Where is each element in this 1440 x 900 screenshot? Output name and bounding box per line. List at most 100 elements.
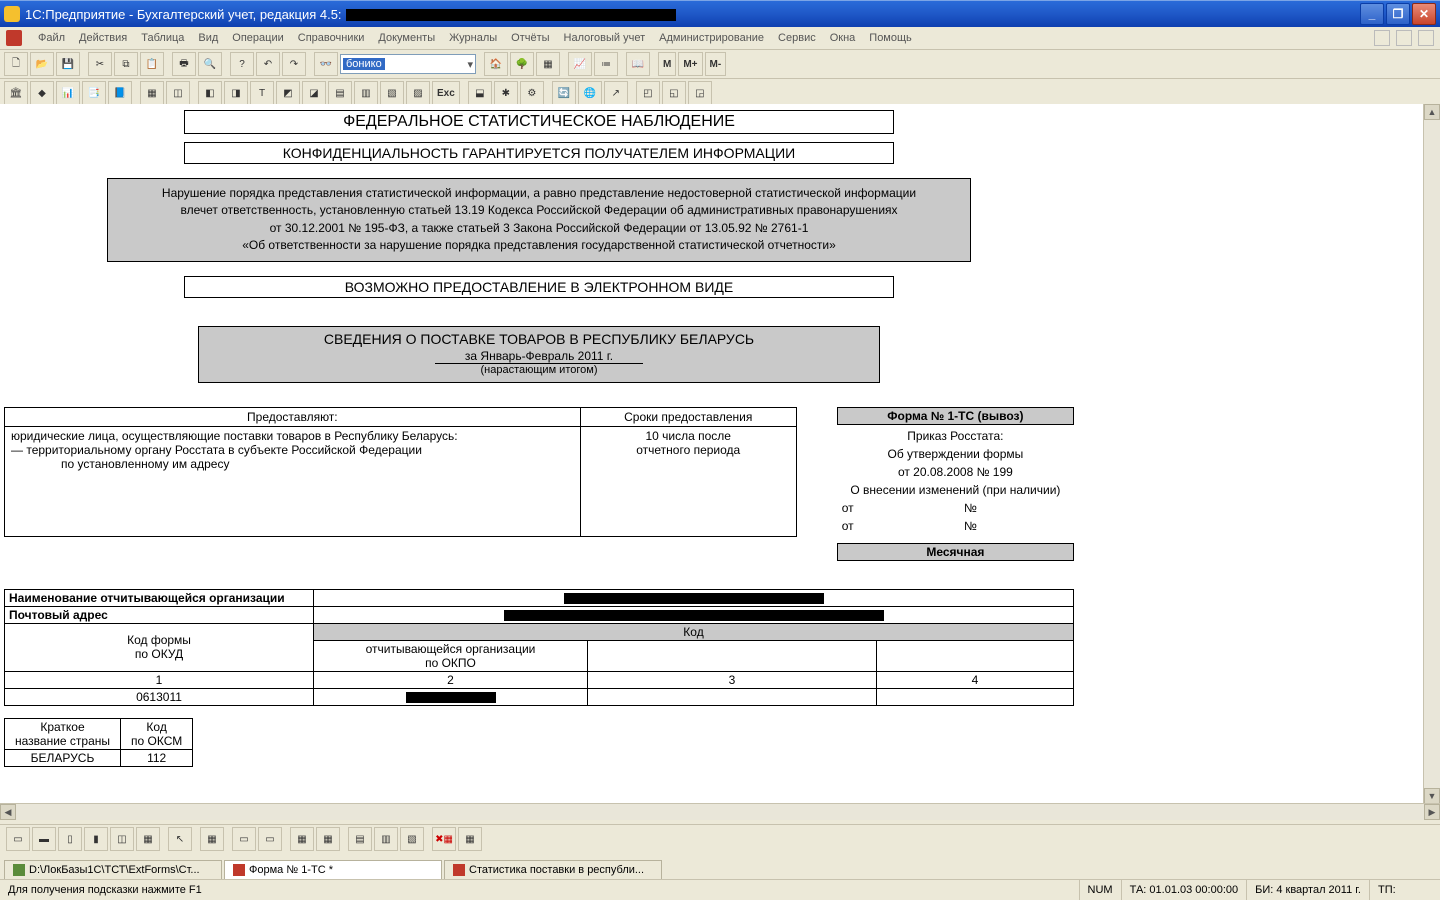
- vertical-scrollbar[interactable]: ▲ ▼: [1423, 104, 1440, 804]
- eb-icon-15[interactable]: ✖▦: [432, 827, 456, 851]
- new-icon[interactable]: 🗋: [4, 52, 28, 76]
- home-icon[interactable]: 🏠: [484, 52, 508, 76]
- eb-icon-11[interactable]: ▦: [316, 827, 340, 851]
- mem-m[interactable]: М: [658, 52, 676, 76]
- horizontal-scrollbar[interactable]: ◀ ▶: [0, 803, 1440, 820]
- menu-operations[interactable]: Операции: [232, 32, 283, 44]
- undo-icon[interactable]: ↶: [256, 52, 280, 76]
- menu-help[interactable]: Помощь: [869, 32, 912, 44]
- eb-icon-12[interactable]: ▤: [348, 827, 372, 851]
- maximize-button[interactable]: ❐: [1386, 3, 1410, 25]
- eb-icon-1[interactable]: ▭: [6, 827, 30, 851]
- menu-service[interactable]: Сервис: [778, 32, 816, 44]
- hscroll-track[interactable]: [16, 804, 1424, 820]
- scroll-down-icon[interactable]: ▼: [1424, 788, 1440, 804]
- window-tab-3[interactable]: Статистика поставки в республи...: [444, 860, 662, 879]
- tb2-icon-21[interactable]: 🌐: [578, 81, 602, 105]
- menu-refs[interactable]: Справочники: [298, 32, 365, 44]
- menu-reports[interactable]: Отчёты: [511, 32, 549, 44]
- tb2-icon-7[interactable]: ◫: [166, 81, 190, 105]
- help-icon[interactable]: ?: [230, 52, 254, 76]
- menu-docs[interactable]: Документы: [378, 32, 435, 44]
- mdi-close-icon[interactable]: [1418, 30, 1434, 46]
- tb2-icon-14[interactable]: ▥: [354, 81, 378, 105]
- redo-icon[interactable]: ↷: [282, 52, 306, 76]
- tb2-icon-12[interactable]: ◪: [302, 81, 326, 105]
- eb-pointer-icon[interactable]: ↖: [168, 827, 192, 851]
- eb-icon-4[interactable]: ▮: [84, 827, 108, 851]
- menu-table[interactable]: Таблица: [141, 32, 184, 44]
- tb2-icon-16[interactable]: ▨: [406, 81, 430, 105]
- tb2-icon-3[interactable]: 📊: [56, 81, 80, 105]
- chevron-down-icon[interactable]: ▾: [467, 58, 473, 71]
- menu-journals[interactable]: Журналы: [449, 32, 497, 44]
- scroll-right-icon[interactable]: ▶: [1424, 804, 1440, 820]
- menu-actions[interactable]: Действия: [79, 32, 127, 44]
- preview-icon[interactable]: 🔍: [198, 52, 222, 76]
- tb2-icon-2[interactable]: ◆: [30, 81, 54, 105]
- tb2-icon-13[interactable]: ▤: [328, 81, 352, 105]
- tb2-icon-8[interactable]: ◧: [198, 81, 222, 105]
- minimize-button[interactable]: _: [1360, 3, 1384, 25]
- menu-windows[interactable]: Окна: [830, 32, 856, 44]
- tb2-icon-20[interactable]: 🔄: [552, 81, 576, 105]
- list-icon[interactable]: ≔: [594, 52, 618, 76]
- tb2-icon-25[interactable]: ◲: [688, 81, 712, 105]
- tb2-icon-4[interactable]: 📑: [82, 81, 106, 105]
- eb-icon-7[interactable]: ▦: [200, 827, 224, 851]
- scroll-up-icon[interactable]: ▲: [1424, 104, 1440, 120]
- tb2-exc-button[interactable]: Exc: [432, 81, 460, 105]
- tb2-icon-22[interactable]: ↗: [604, 81, 628, 105]
- eb-icon-13[interactable]: ▥: [374, 827, 398, 851]
- tb2-icon-5[interactable]: 📘: [108, 81, 132, 105]
- paste-icon[interactable]: 📋: [140, 52, 164, 76]
- print-icon[interactable]: 🖶: [172, 52, 196, 76]
- book-icon[interactable]: 📖: [626, 52, 650, 76]
- search-combo[interactable]: бонико ▾: [340, 54, 476, 74]
- tb2-icon-10[interactable]: Т: [250, 81, 274, 105]
- menu-tax[interactable]: Налоговый учет: [564, 32, 646, 44]
- open-icon[interactable]: 📂: [30, 52, 54, 76]
- menu-admin[interactable]: Администрирование: [659, 32, 764, 44]
- filter-icon[interactable]: ▦: [536, 52, 560, 76]
- eb-icon-14[interactable]: ▧: [400, 827, 424, 851]
- tb2-icon-15[interactable]: ▧: [380, 81, 404, 105]
- eb-icon-16[interactable]: ▦: [458, 827, 482, 851]
- tb2-icon-18[interactable]: ✱: [494, 81, 518, 105]
- tb2-icon-19[interactable]: ⚙: [520, 81, 544, 105]
- eb-icon-5[interactable]: ◫: [110, 827, 134, 851]
- eb-icon-10[interactable]: ▦: [290, 827, 314, 851]
- tb2-icon-11[interactable]: ◩: [276, 81, 300, 105]
- eb-icon-3[interactable]: ▯: [58, 827, 82, 851]
- menu-file[interactable]: Файл: [38, 32, 65, 44]
- save-icon[interactable]: 💾: [56, 52, 80, 76]
- menu-view[interactable]: Вид: [198, 32, 218, 44]
- close-button[interactable]: ✕: [1412, 3, 1436, 25]
- tree-icon[interactable]: 🌳: [510, 52, 534, 76]
- document-scroll[interactable]: ФЕДЕРАЛЬНОЕ СТАТИСТИЧЕСКОЕ НАБЛЮДЕНИЕ КО…: [0, 104, 1424, 804]
- eb-icon-2[interactable]: ▬: [32, 827, 56, 851]
- eb-icon-9[interactable]: ▭: [258, 827, 282, 851]
- eb-icon-8[interactable]: ▭: [232, 827, 256, 851]
- tb2-icon-1[interactable]: 🏛: [4, 81, 28, 105]
- copy-icon[interactable]: ⧉: [114, 52, 138, 76]
- cut-icon[interactable]: ✂: [88, 52, 112, 76]
- window-tab-2[interactable]: Форма № 1-ТС *: [224, 860, 442, 879]
- mem-m-plus[interactable]: М+: [678, 52, 702, 76]
- tb2-icon-6[interactable]: ▦: [140, 81, 164, 105]
- scroll-left-icon[interactable]: ◀: [0, 804, 16, 820]
- header-confidential: КОНФИДЕНЦИАЛЬНОСТЬ ГАРАНТИРУЕТСЯ ПОЛУЧАТ…: [184, 142, 894, 164]
- redacted-orgname: [564, 593, 824, 604]
- tb2-icon-17[interactable]: ⬓: [468, 81, 492, 105]
- binoculars-icon[interactable]: 👓: [314, 52, 338, 76]
- okpo-hdr: отчитывающейся организации по ОКПО: [314, 640, 588, 671]
- graph-icon[interactable]: 📈: [568, 52, 592, 76]
- mem-m-minus[interactable]: М-: [705, 52, 727, 76]
- window-tab-1[interactable]: D:\ЛокБазы1С\ТСТ\ExtForms\Ст...: [4, 860, 222, 879]
- tb2-icon-24[interactable]: ◱: [662, 81, 686, 105]
- eb-icon-6[interactable]: ▦: [136, 827, 160, 851]
- mdi-restore-icon[interactable]: [1396, 30, 1412, 46]
- mdi-minimize-icon[interactable]: [1374, 30, 1390, 46]
- tb2-icon-9[interactable]: ◨: [224, 81, 248, 105]
- tb2-icon-23[interactable]: ◰: [636, 81, 660, 105]
